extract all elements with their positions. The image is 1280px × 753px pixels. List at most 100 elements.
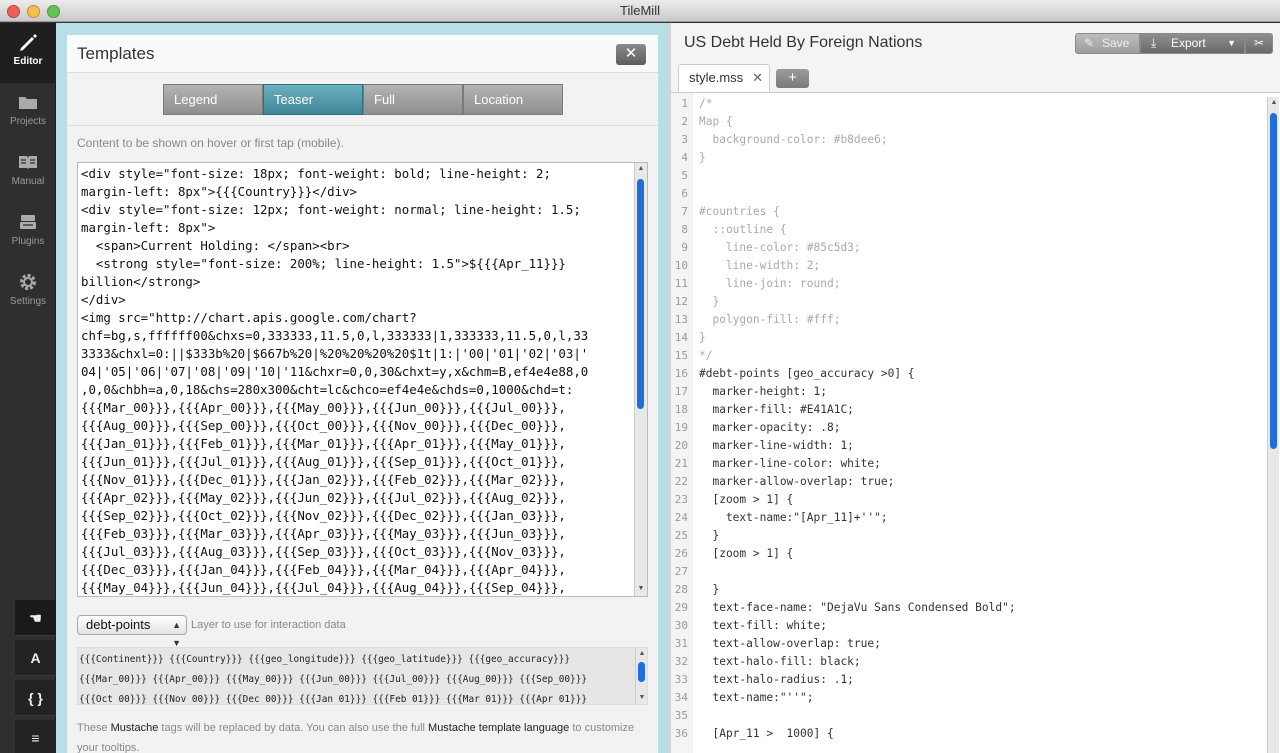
code-line: text-halo-radius: .1; [699,673,854,686]
close-icon[interactable]: ✕ [752,65,763,91]
tag-line[interactable]: {{{Oct_00}}} {{{Nov_00}}} {{{Dec_00}}} {… [79,690,587,704]
chevron-down-icon: ▼ [1227,38,1236,48]
template-content: <div style="font-size: 18px; font-weight… [81,165,633,596]
tab-description: Content to be shown on hover or first ta… [77,136,344,150]
scroll-down-icon: ▼ [638,694,646,701]
code-line: text-name:"''"; [699,691,814,704]
template-textarea[interactable]: <div style="font-size: 18px; font-weight… [77,162,648,597]
carto-reference-tool-button[interactable]: { } [15,680,56,716]
tab-legend[interactable]: Legend [163,84,263,115]
template-line: billion</strong> [81,274,201,289]
layer-hint: Layer to use for interaction data [191,619,346,631]
scroll-thumb[interactable] [637,179,644,409]
zoom-window-button[interactable] [47,5,60,18]
close-button[interactable]: ✕ [616,44,646,65]
code-line: } [699,529,720,542]
interactivity-tool-button[interactable]: ☚ [15,600,56,636]
template-line: {{{Sep_02}}},{{{Oct_02}}},{{{Nov_02}}},{… [81,508,566,523]
line-number: 5 [681,169,688,182]
template-line: {{{Dec_03}}},{{{Jan_04}}},{{{Feb_04}}},{… [81,562,566,577]
sidebar-item-manual[interactable]: Manual [0,143,56,203]
line-number: 22 [674,475,688,488]
mustache-language-link[interactable]: Mustache template language [428,722,569,734]
scroll-up-icon: ▲ [638,650,646,657]
settings-button[interactable]: ✂ [1245,33,1273,54]
mustache-link[interactable]: Mustache [111,722,159,734]
save-label: Save [1102,36,1130,50]
code-line: text-allow-overlap: true; [699,637,881,650]
title-bar: TileMill [0,0,1280,22]
code-line: } [699,151,706,164]
scroll-thumb[interactable] [1270,113,1277,449]
scroll-up-icon: ▲ [1270,99,1278,106]
mustache-tags-list[interactable]: {{{Continent}}} {{{Country}}} {{{geo_lon… [77,647,648,705]
braces-icon: { } [28,690,43,706]
export-button[interactable]: ⤓ Export ▼ [1140,33,1245,54]
code-line: [Apr_11 > 1000] { [699,727,834,740]
line-gutter: 1 2 3 4 5 6 7 8 9 10 11 12 13 14 15 16 17 18 19 20 21 22 23 24 2… [671,93,693,753]
save-button[interactable]: ✎ Save [1075,33,1140,54]
template-line: {{{Jul_03}}},{{{Aug_03}}},{{{Sep_03}}},{… [81,544,566,559]
fonts-tool-button[interactable]: A [15,640,56,676]
tab-teaser[interactable]: Teaser [263,84,363,115]
footnote-text: tags will be replaced by data. You can a… [158,722,429,734]
sidebar-item-label: Manual [11,176,45,187]
template-line: <span>Current Holding: </span><br> [81,238,350,253]
sidebar-item-editor[interactable]: Editor [0,23,56,83]
code-line: marker-line-width: 1; [699,439,854,452]
scroll-down-icon: ▼ [637,585,645,592]
sidebar-item-plugins[interactable]: Plugins [0,203,56,263]
line-number: 9 [681,241,688,254]
folder-icon [19,97,37,109]
code-line: line-color: #85c5d3; [699,241,861,254]
line-number: 3 [681,133,688,146]
plugin-icon [20,215,36,229]
templates-title: Templates [77,44,155,63]
pencil-icon [20,34,37,51]
template-line: chf=bg,s,ffffff00&chxs=0,333333,11.5,0,l… [81,328,589,343]
code-line: text-halo-fill: black; [699,655,861,668]
tab-style-mss[interactable]: style.mss ✕ [678,64,770,92]
scroll-thumb[interactable] [638,662,645,682]
tags-scrollbar[interactable]: ▲ ▼ [635,648,647,704]
template-scrollbar[interactable]: ▲ ▼ [634,163,647,596]
line-number: 28 [674,583,688,596]
layers-tool-button[interactable]: ≡ [15,720,56,753]
code-line: polygon-fill: #fff; [699,313,841,326]
template-line: <strong style="font-size: 200%; line-hei… [81,256,566,271]
line-number: 17 [674,385,688,398]
line-number: 6 [681,187,688,200]
minimize-window-button[interactable] [27,5,40,18]
tags-content: {{{Continent}}} {{{Country}}} {{{geo_lon… [79,650,587,704]
font-icon: A [30,650,41,666]
layer-select[interactable]: debt-points ▲ ▼ [77,615,187,648]
divider [67,125,658,126]
tag-line[interactable]: {{{Continent}}} {{{Country}}} {{{geo_lon… [79,650,587,670]
line-number: 14 [674,331,688,344]
gear-icon [20,274,36,290]
sidebar-item-label: Plugins [11,236,45,247]
code-line: #countries { [699,205,780,218]
sidebar-item-settings[interactable]: Settings [0,263,56,323]
add-stylesheet-button[interactable]: + [776,69,809,88]
template-line: </div> [81,292,126,307]
template-line: {{{May_04}}},{{{Jun_04}}},{{{Jul_04}}},{… [81,580,566,595]
line-number: 18 [674,403,688,416]
code-pane: US Debt Held By Foreign Nations ✎ Save ⤓… [671,23,1280,753]
template-line: margin-left: 8px"> [81,220,216,235]
line-number: 2 [681,115,688,128]
code-editor[interactable]: 1 2 3 4 5 6 7 8 9 10 11 12 13 14 15 16 17 18 19 20 21 22 23 24 2… [671,92,1280,753]
code-line: text-face-name: "DejaVu Sans Condensed B… [699,601,1016,614]
wrench-icon: ✂ [1253,36,1265,50]
code-line: */ [699,349,713,362]
code-line: line-width: 2; [699,259,821,272]
tag-line[interactable]: {{{Mar_00}}} {{{Apr_00}}} {{{May_00}}} {… [79,670,587,690]
sidebar-item-projects[interactable]: Projects [0,83,56,143]
tab-location[interactable]: Location [463,84,563,115]
code-scrollbar[interactable]: ▲ [1267,97,1279,753]
tab-full[interactable]: Full [363,84,463,115]
footnote: These Mustache tags will be replaced by … [77,718,647,753]
template-line: <img src="http://chart.apis.google.com/c… [81,310,417,325]
sidebar: Editor Projects Manual Plugins Settings … [0,23,56,753]
close-window-button[interactable] [7,5,20,18]
